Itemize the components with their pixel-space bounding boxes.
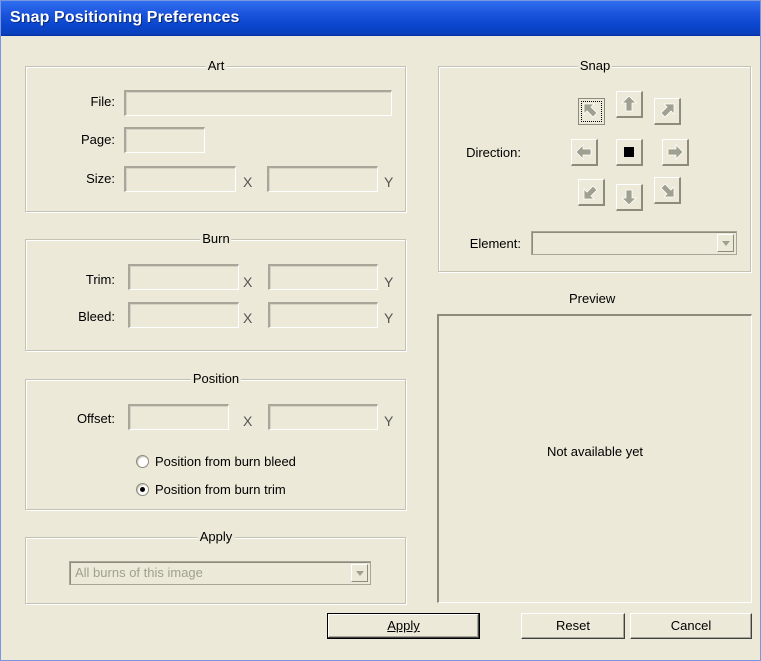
size-x-label: X (243, 174, 253, 190)
direction-label: Direction: (466, 145, 521, 160)
reset-button[interactable]: Reset (521, 613, 625, 639)
bleed-x-field[interactable] (128, 302, 239, 328)
art-legend: Art (205, 58, 227, 74)
cancel-button-label: Cancel (670, 618, 712, 633)
snap-up-left-button[interactable] (578, 98, 605, 125)
radio-position-bleed-label[interactable]: Position from burn bleed (155, 454, 296, 470)
bleed-x-label: X (243, 310, 253, 326)
snap-down-button[interactable] (616, 184, 643, 211)
size-y-field[interactable] (267, 166, 378, 192)
offset-y-label: Y (384, 413, 394, 429)
snap-down-right-button[interactable] (654, 177, 681, 204)
size-x-field[interactable] (124, 166, 236, 192)
offset-x-label: X (243, 413, 253, 429)
snap-right-button[interactable] (662, 139, 689, 166)
offset-x-field[interactable] (128, 404, 229, 430)
center-square-icon (624, 147, 634, 157)
snap-preferences-dialog: Snap Positioning Preferences Art File: P… (0, 0, 761, 661)
reset-button-label: Reset (556, 618, 590, 633)
preview-panel: Not available yet (437, 314, 752, 603)
cancel-button[interactable]: Cancel (630, 613, 752, 639)
dropdown-arrow-icon[interactable] (351, 564, 368, 582)
size-label: Size: (86, 171, 115, 186)
trim-x-field[interactable] (128, 264, 239, 290)
trim-label: Trim: (85, 272, 115, 287)
page-field[interactable] (124, 127, 205, 153)
arrow-left-icon (575, 144, 592, 160)
apply-scope-value: All burns of this image (75, 565, 203, 580)
radio-position-trim-label[interactable]: Position from burn trim (155, 482, 286, 498)
trim-y-field[interactable] (268, 264, 378, 290)
bleed-label: Bleed: (78, 309, 115, 324)
page-label: Page: (81, 132, 115, 147)
snap-legend: Snap (577, 58, 613, 74)
file-label: File: (90, 94, 115, 109)
apply-scope-select[interactable]: All burns of this image (69, 561, 371, 585)
burn-legend: Burn (200, 231, 232, 247)
snap-up-right-button[interactable] (654, 98, 681, 125)
burn-group: Burn (25, 231, 406, 351)
apply-button[interactable]: Apply (327, 613, 480, 639)
arrow-up-left-icon (583, 103, 598, 118)
snap-down-left-button[interactable] (578, 179, 605, 206)
offset-y-field[interactable] (268, 404, 378, 430)
element-select[interactable] (531, 231, 737, 255)
radio-position-trim[interactable] (136, 483, 149, 496)
trim-x-label: X (243, 274, 253, 290)
snap-center-button[interactable] (616, 139, 643, 166)
snap-left-button[interactable] (571, 139, 598, 166)
snap-up-button[interactable] (616, 91, 643, 118)
size-y-label: Y (384, 174, 394, 190)
arrow-down-right-icon (660, 183, 675, 198)
preview-message: Not available yet (546, 444, 644, 459)
arrow-down-left-icon (583, 185, 598, 200)
preview-title: Preview (569, 291, 616, 306)
dropdown-arrow-icon[interactable] (717, 234, 734, 252)
trim-y-label: Y (384, 274, 394, 290)
arrow-up-right-icon (660, 103, 675, 118)
arrow-down-icon (621, 189, 637, 206)
bleed-y-field[interactable] (268, 302, 378, 328)
arrow-right-icon (667, 144, 684, 160)
apply-button-label: Apply (387, 618, 420, 633)
arrow-up-icon (621, 95, 637, 112)
offset-label: Offset: (76, 411, 115, 426)
apply-legend: Apply (197, 529, 235, 545)
position-legend: Position (190, 371, 242, 387)
file-field[interactable] (124, 90, 392, 116)
window-title: Snap Positioning Preferences (10, 9, 240, 26)
radio-position-bleed[interactable] (136, 455, 149, 468)
bleed-y-label: Y (384, 310, 394, 326)
title-bar[interactable]: Snap Positioning Preferences (1, 1, 760, 36)
element-label: Element: (469, 236, 521, 251)
